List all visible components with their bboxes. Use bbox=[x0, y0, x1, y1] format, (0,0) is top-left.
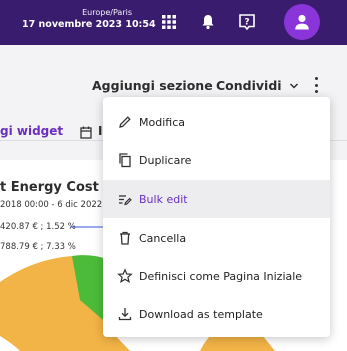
menu-item-label: Cancella bbox=[139, 231, 187, 245]
menu-item-duplicare[interactable]: Duplicare bbox=[103, 141, 330, 179]
menu-item-cancella[interactable]: Cancella bbox=[103, 219, 330, 257]
copy-icon bbox=[119, 153, 131, 168]
bulk-edit-icon bbox=[119, 195, 132, 206]
trash-icon bbox=[120, 231, 130, 245]
menu-item-bulk-edit[interactable]: Bulk edit bbox=[103, 180, 330, 218]
menu-item-label: Bulk edit bbox=[139, 192, 188, 206]
menu-item-set-home[interactable]: Definisci come Pagina Iniziale bbox=[103, 257, 330, 295]
menu-item-label: Duplicare bbox=[139, 153, 192, 167]
menu-item-download-template[interactable]: Download as template bbox=[103, 295, 330, 333]
menu-item-label: Modifica bbox=[139, 115, 185, 129]
menu-item-label: Download as template bbox=[139, 307, 263, 321]
menu-item-label: Definisci come Pagina Iniziale bbox=[139, 269, 303, 283]
menu-item-modifica[interactable]: Modifica bbox=[103, 103, 330, 141]
download-icon bbox=[118, 308, 132, 321]
star-icon bbox=[117, 268, 133, 283]
widget-options-menu: Modifica Duplicare Bulk edit Cancella De… bbox=[103, 97, 330, 337]
pencil-icon bbox=[119, 116, 131, 128]
